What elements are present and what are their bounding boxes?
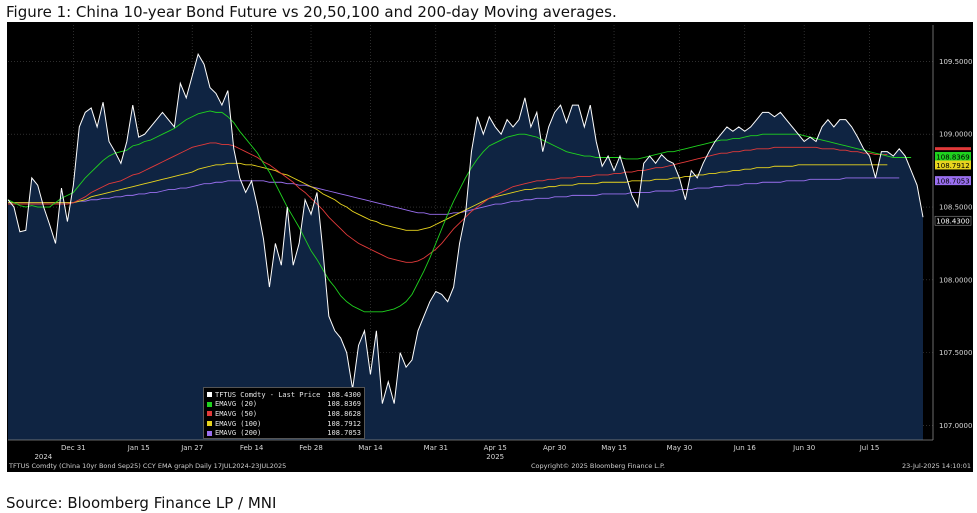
legend-label: TFTUS Comdty - Last Price <box>215 390 321 399</box>
y-tick-label: 109.5000 <box>939 58 972 66</box>
x-tick-label: Feb 14 <box>240 444 264 452</box>
value-tag-label: 108.7912 <box>936 162 969 170</box>
figure-title: Figure 1: China 10-year Bond Future vs 2… <box>6 3 617 21</box>
x-tick-label: Apr 15 <box>484 444 507 452</box>
price-chart: 109.5000 109.0000 108.5000 108.0000 107.5000… <box>7 22 973 472</box>
y-tick-label: 109.0000 <box>939 131 972 139</box>
legend-swatch <box>207 401 212 407</box>
legend-item-ema200: EMAVG (200) 108.7053 <box>207 428 361 438</box>
y-tick-label: 107.0000 <box>939 422 972 430</box>
footer-left: TFTUS Comdty (China 10yr Bond Sep25) CCY… <box>8 462 286 470</box>
legend-item-price: TFTUS Comdty - Last Price 108.4300 <box>207 390 361 400</box>
legend-value: 108.8628 <box>327 409 361 418</box>
legend-value: 108.7053 <box>327 429 361 438</box>
legend-item-ema50: EMAVG (50) 108.8628 <box>207 409 361 419</box>
x-tick-label: Jul 15 <box>859 444 880 452</box>
value-tag-label: 108.7053 <box>936 177 969 185</box>
x-tick-label: May 15 <box>601 444 627 452</box>
x-tick-label: Apr 30 <box>543 444 566 452</box>
legend-label: EMAVG (100) <box>215 419 262 428</box>
x-tick-label: May 30 <box>667 444 693 452</box>
footer-copyright: Copyright© 2025 Bloomberg Finance L.P. <box>531 462 665 470</box>
source-note: Source: Bloomberg Finance LP / MNI <box>6 494 277 512</box>
x-tick-label: Jan 15 <box>127 444 150 452</box>
legend-swatch <box>207 411 212 417</box>
x-tick-label: Jun 30 <box>792 444 815 452</box>
legend-value: 108.4300 <box>327 390 361 399</box>
y-tick-label: 108.0000 <box>939 276 972 284</box>
footer-timestamp: 23-Jul-2025 14:10:01 <box>902 462 971 470</box>
chart-panel: 109.5000 109.0000 108.5000 108.0000 107.5000… <box>7 22 973 472</box>
y-tick-label: 107.5000 <box>939 349 972 357</box>
legend-label: EMAVG (20) <box>215 400 258 409</box>
legend-swatch <box>207 392 212 398</box>
legend-swatch <box>207 430 212 436</box>
value-tag-label: 108.4300 <box>936 218 969 226</box>
value-tag-label: 108.8369 <box>936 153 969 161</box>
x-tick-label: Jun 16 <box>733 444 757 452</box>
x-year-label: 2024 <box>34 453 52 461</box>
x-tick-label: Feb 28 <box>299 444 323 452</box>
legend-item-ema20: EMAVG (20) 108.8369 <box>207 400 361 410</box>
legend-value: 108.8369 <box>327 400 361 409</box>
legend-label: EMAVG (200) <box>215 429 262 438</box>
legend-swatch <box>207 421 212 427</box>
legend: TFTUS Comdty - Last Price 108.4300 EMAVG… <box>203 387 365 439</box>
x-tick-label: Mar 14 <box>358 444 383 452</box>
legend-label: EMAVG (50) <box>215 409 258 418</box>
x-year-label: 2025 <box>486 453 504 461</box>
legend-value: 108.7912 <box>327 419 361 428</box>
x-tick-label: Mar 31 <box>424 444 448 452</box>
value-tag-ema50-marker <box>935 147 971 151</box>
x-tick-label: Dec 31 <box>61 444 86 452</box>
y-tick-label: 108.5000 <box>939 204 972 212</box>
legend-item-ema100: EMAVG (100) 108.7912 <box>207 419 361 429</box>
x-tick-label: Jan 27 <box>180 444 203 452</box>
